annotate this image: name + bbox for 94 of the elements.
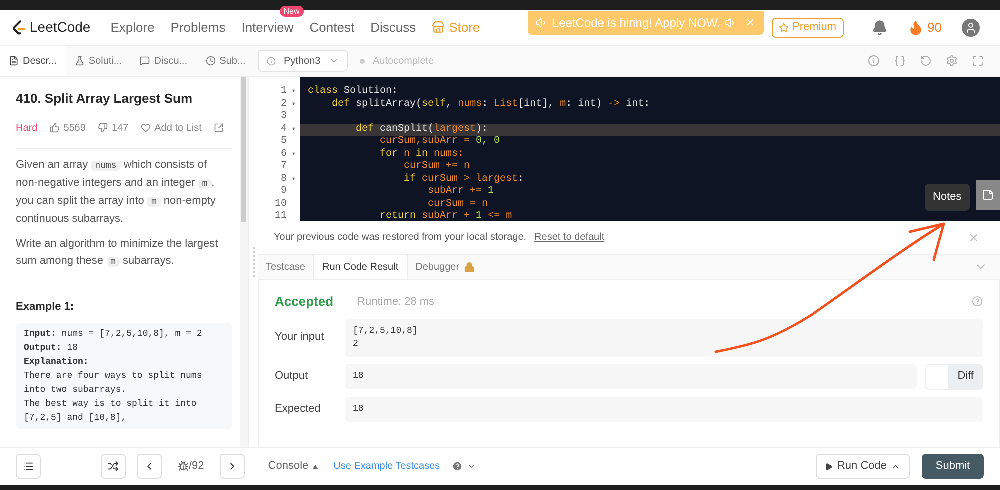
thumbs-down-icon xyxy=(98,123,108,133)
reset-icon[interactable] xyxy=(920,55,932,67)
discuss-tab[interactable]: Discu... xyxy=(131,46,197,76)
like-button[interactable]: 5569 xyxy=(50,120,86,136)
close-icon[interactable] xyxy=(744,17,756,28)
caret-icon xyxy=(312,464,318,468)
problem-title: 410. Split Array Largest Sum xyxy=(16,90,194,108)
next-button[interactable] xyxy=(220,454,246,479)
clock-icon xyxy=(206,56,216,66)
notification-icon[interactable] xyxy=(872,20,888,36)
diff-toggle[interactable]: Diff xyxy=(925,364,983,390)
shuffle-button[interactable] xyxy=(101,454,126,479)
line-number: 7 xyxy=(280,161,287,174)
problem-list-button[interactable] xyxy=(16,454,41,479)
fullscreen-icon[interactable] xyxy=(972,55,984,67)
bug-icon xyxy=(178,461,189,472)
help-icon xyxy=(452,461,464,472)
note-icon xyxy=(982,189,994,201)
previous-button[interactable] xyxy=(137,454,162,479)
solution-tab[interactable]: Soluti... xyxy=(66,46,132,76)
speaker-icon xyxy=(724,16,737,28)
flask-icon xyxy=(74,56,85,66)
play-icon xyxy=(825,462,834,470)
result-value: [7,2,5,10,8] 2 xyxy=(345,318,983,356)
document-icon xyxy=(9,56,19,66)
line-number: 4 xyxy=(280,124,287,136)
description-paragraph: Given an array nums which consists of non-negative integers and an integer m , you can split the array into m non-empty continuous subarrays. xyxy=(16,158,217,226)
resize-handle[interactable] xyxy=(252,247,254,277)
console-button[interactable]: Console xyxy=(268,458,318,475)
nav-link[interactable]: Discuss xyxy=(370,20,416,34)
logo-text[interactable]: LeetCode xyxy=(30,17,91,38)
submissions-tab[interactable]: Sub... xyxy=(196,46,255,76)
restore-message: Your previous code was restored from your local storage. xyxy=(274,231,527,245)
line-number: 5 xyxy=(280,136,287,148)
info-icon[interactable] xyxy=(868,55,880,67)
notes-button[interactable] xyxy=(976,180,1000,210)
share-icon[interactable] xyxy=(214,123,224,133)
submit-button[interactable]: Submit xyxy=(922,454,984,479)
chat-icon xyxy=(140,56,150,66)
help-icon[interactable] xyxy=(972,296,983,308)
line-number: 6 xyxy=(280,148,287,161)
result-label: Your input xyxy=(275,330,326,346)
language-select[interactable]: Python3 xyxy=(258,50,348,72)
line-number: 2 xyxy=(280,98,287,111)
heart-icon xyxy=(140,123,151,133)
result-tab[interactable]: Debugger xyxy=(408,255,483,279)
nav-link[interactable]: Problems xyxy=(170,20,226,34)
description-paragraph: Write an algorithm to minimize the largest sum among these m subarrays. xyxy=(16,236,220,268)
store-icon xyxy=(432,21,446,34)
line-number: 10 xyxy=(274,198,287,211)
line-number: 3 xyxy=(280,111,287,124)
nav-link[interactable]: Contest xyxy=(310,20,355,34)
star-icon xyxy=(778,22,789,32)
result-tab[interactable]: Testcase xyxy=(258,255,314,279)
notes-tooltip: Notes xyxy=(925,184,970,210)
thumbs-up-icon xyxy=(50,123,60,133)
settings-icon[interactable] xyxy=(946,55,958,67)
description-tab[interactable]: Descr... xyxy=(0,46,66,76)
banner-text: LeetCode is hiring! Apply NOW. xyxy=(552,14,721,32)
reset-link[interactable]: Reset to default xyxy=(534,230,605,245)
example-title: Example 1: xyxy=(16,300,76,314)
logo-icon xyxy=(12,20,26,36)
line-number: 8 xyxy=(280,174,287,186)
result-tab[interactable]: Run Code Result xyxy=(313,255,408,279)
line-number: 9 xyxy=(280,186,287,198)
nav-link[interactable]: Interview xyxy=(242,20,294,34)
runtime-text: Runtime: 28 ms xyxy=(358,294,435,310)
scrollbar-thumb[interactable] xyxy=(241,77,246,222)
streak-count: 90 xyxy=(928,18,942,37)
run-code-button[interactable]: Run Code xyxy=(816,454,910,479)
accepted-status: Accepted xyxy=(275,293,334,311)
info-icon xyxy=(267,56,276,66)
difficulty-label: Hard xyxy=(16,122,38,136)
result-value: 18 xyxy=(345,396,983,422)
list-icon xyxy=(23,461,34,472)
problem-counter: /92 xyxy=(189,459,204,474)
shuffle-icon xyxy=(108,461,119,472)
close-icon[interactable] xyxy=(968,232,980,244)
lock-icon xyxy=(464,262,475,272)
result-value: 18 xyxy=(345,364,917,389)
example-testcases-link[interactable]: Use Example Testcases xyxy=(334,459,440,474)
line-number: 11 xyxy=(274,211,287,221)
braces-icon[interactable] xyxy=(894,55,906,67)
dislike-button[interactable]: 147 xyxy=(98,120,129,136)
line-number: 1 xyxy=(280,86,287,98)
help-dropdown[interactable] xyxy=(452,461,476,472)
caret-icon xyxy=(467,462,476,471)
result-label: Expected xyxy=(275,402,322,417)
add-to-list-button[interactable]: Add to List xyxy=(140,120,202,136)
result-label: Output xyxy=(275,369,310,384)
example-block: Input: nums = [7,2,5,10,8], m = 2 Output: 18 Explanation: There are four ways to split nums into two subarrays. The best way is to split it into [7,2,5] and [10,8], xyxy=(16,323,232,429)
flame-icon xyxy=(908,20,924,36)
nav-link[interactable]: Explore xyxy=(110,20,155,34)
avatar-icon[interactable] xyxy=(962,18,980,36)
